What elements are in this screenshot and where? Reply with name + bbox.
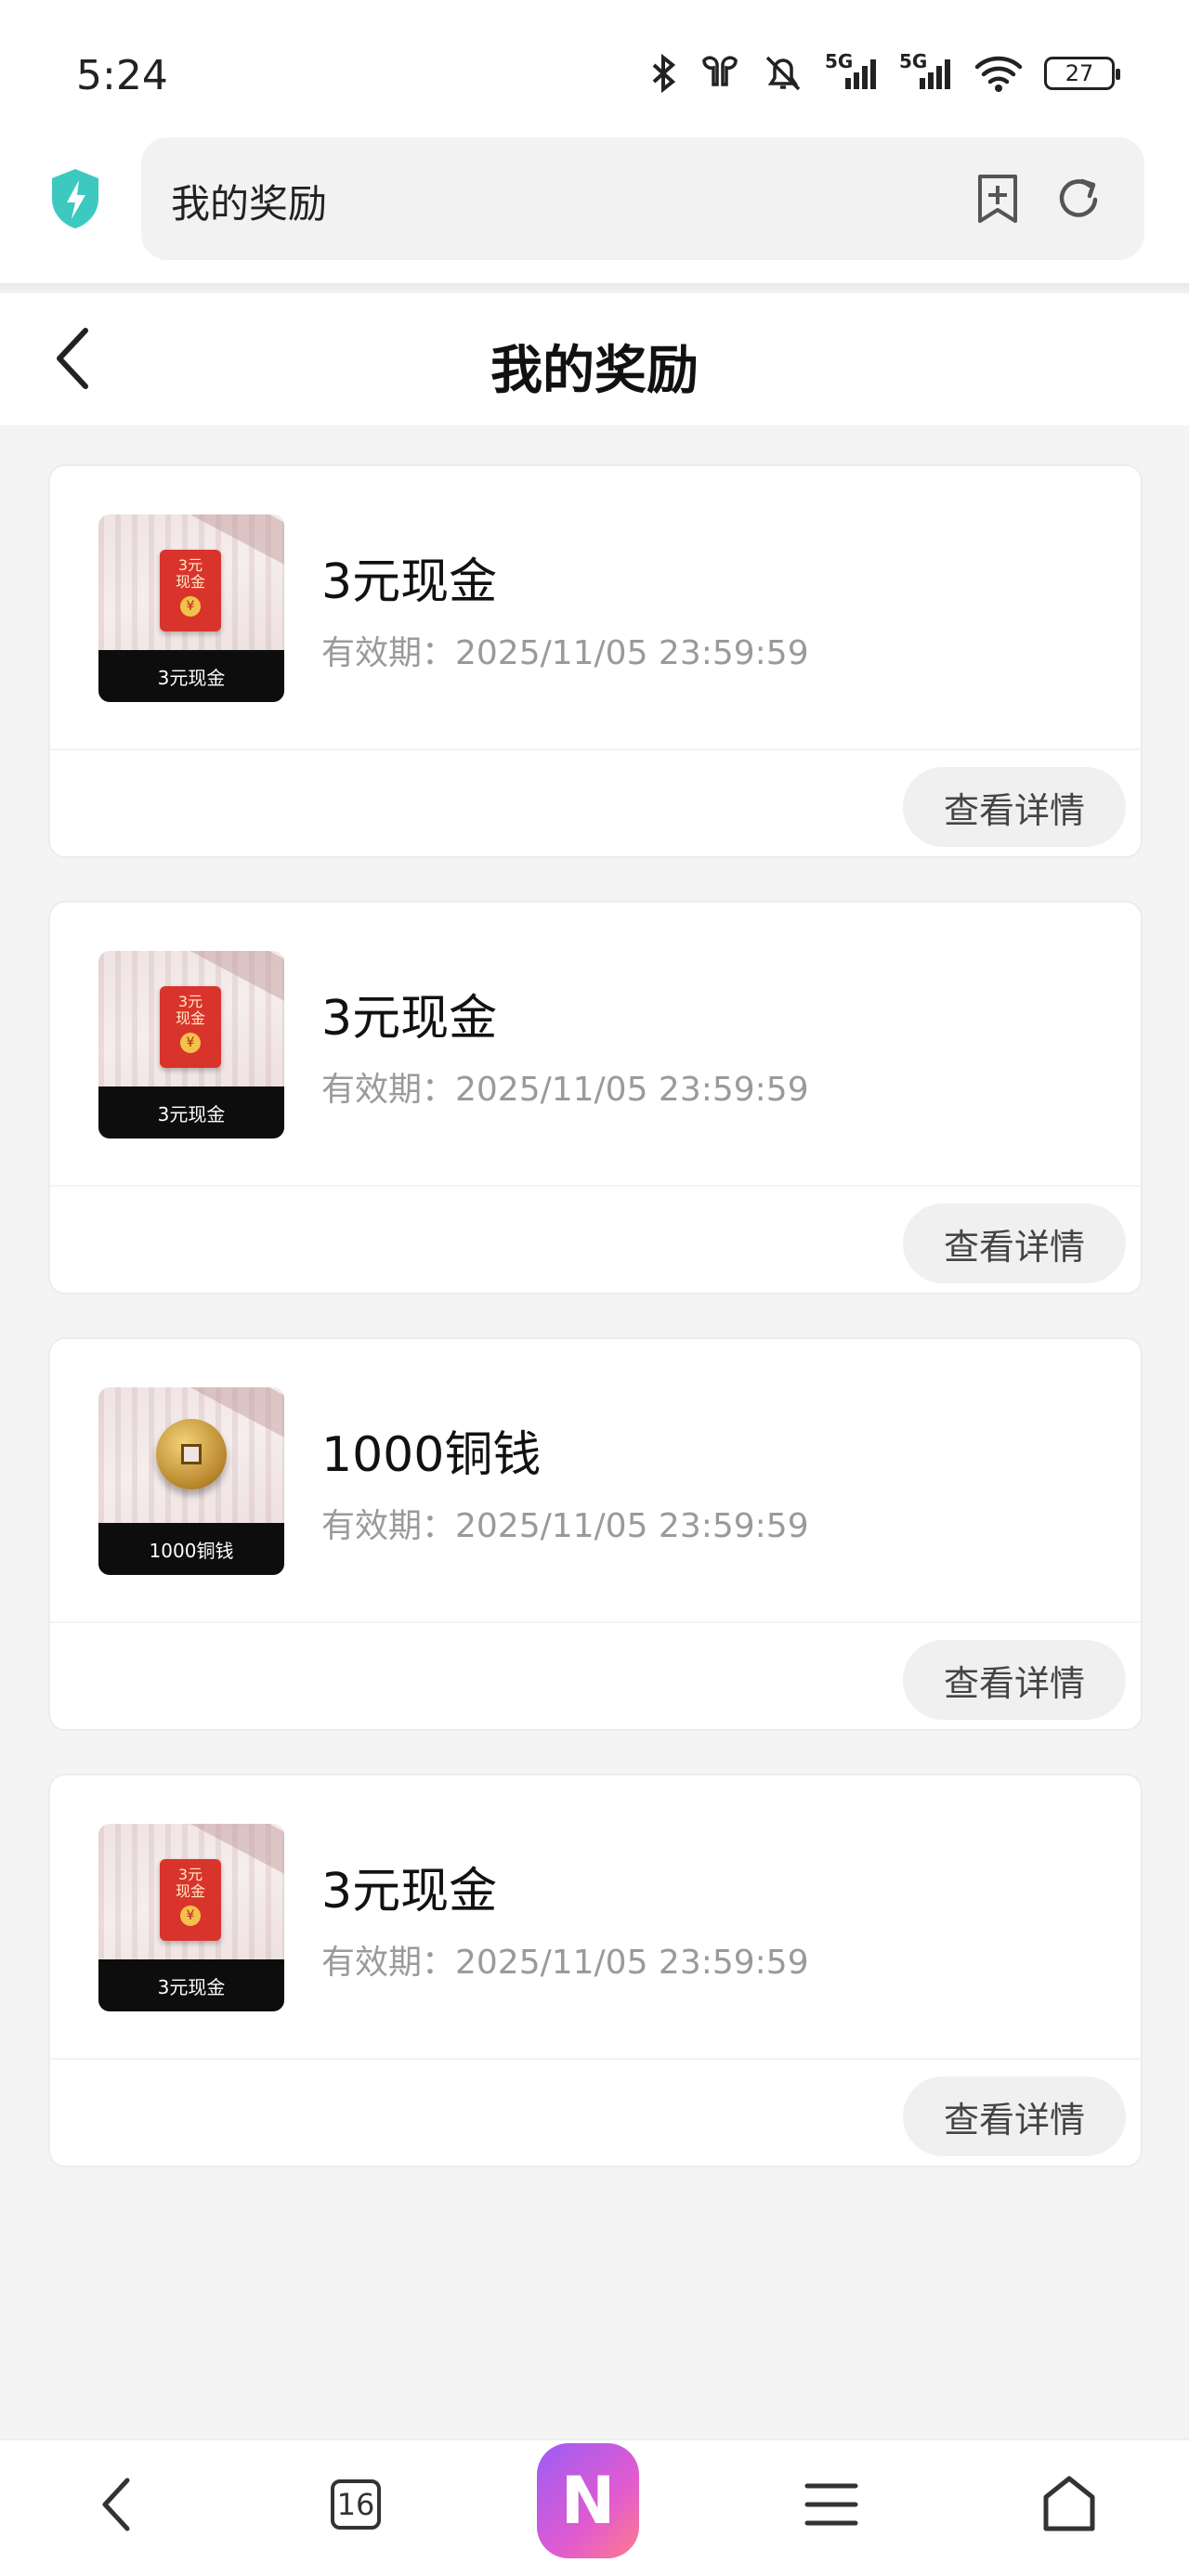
address-bar[interactable]: 我的奖励 (141, 137, 1144, 260)
page-title: 我的奖励 (490, 341, 699, 401)
status-icons: 5G 5G 27 (650, 50, 1120, 93)
address-text[interactable]: 我的奖励 (171, 173, 327, 229)
reward-expiry: 有效期：2025/11/05 23:59:59 (321, 1071, 809, 1109)
reward-name: 3元现金 (321, 1864, 498, 1919)
refresh-icon[interactable] (1052, 171, 1107, 227)
battery-icon: 27 (1044, 57, 1120, 90)
view-details-button[interactable]: 查看详情 (903, 1203, 1126, 1283)
reward-list: 3元 现金 ¥ 3元现金 3元现金 有效期：2025/11/05 23:59:59… (48, 464, 1143, 2210)
copper-coin-icon (156, 1419, 227, 1490)
network-type-label: 5G (825, 50, 854, 72)
view-details-button[interactable]: 查看详情 (903, 1640, 1126, 1720)
status-bar: 5:24 5G 5G 27 (0, 0, 1189, 139)
menu-icon[interactable] (780, 2453, 882, 2556)
signal-icon-2: 5G (899, 50, 953, 91)
signal-icon-1: 5G (825, 50, 879, 91)
thumbnail-caption: 1000铜钱 (98, 1523, 284, 1575)
reward-thumbnail: 1000铜钱 (98, 1387, 284, 1575)
reward-expiry: 有效期：2025/11/05 23:59:59 (321, 1507, 809, 1545)
reward-card[interactable]: 3元 现金 ¥ 3元现金 3元现金 有效期：2025/11/05 23:59:59… (48, 901, 1143, 1295)
tabs-button[interactable]: 16 (305, 2453, 407, 2556)
reward-thumbnail: 3元 现金 ¥ 3元现金 (98, 514, 284, 702)
earbuds-icon (699, 55, 741, 92)
reward-name: 1000铜钱 (321, 1427, 542, 1483)
red-envelope-icon: 3元 现金 ¥ (160, 1859, 221, 1941)
reward-thumbnail: 3元 现金 ¥ 3元现金 (98, 951, 284, 1138)
card-divider (50, 748, 1141, 750)
reward-expiry: 有效期：2025/11/05 23:59:59 (321, 1944, 809, 1982)
add-bookmark-icon[interactable] (970, 171, 1026, 227)
card-divider (50, 1185, 1141, 1187)
bottom-navigation: 16 N (0, 2439, 1189, 2576)
reward-card[interactable]: 1000铜钱 1000铜钱 有效期：2025/11/05 23:59:59 查看… (48, 1337, 1143, 1731)
thumbnail-caption: 3元现金 (98, 1086, 284, 1138)
bluetooth-icon (650, 54, 678, 93)
thumbnail-caption: 3元现金 (98, 650, 284, 702)
tab-count: 16 (331, 2479, 381, 2530)
status-time: 5:24 (76, 52, 168, 99)
reward-name: 3元现金 (321, 554, 498, 610)
view-details-button[interactable]: 查看详情 (903, 767, 1126, 847)
reward-thumbnail: 3元 现金 ¥ 3元现金 (98, 1824, 284, 2011)
security-shield-icon[interactable] (48, 167, 102, 230)
ai-assistant-button[interactable]: N (537, 2443, 639, 2558)
card-divider (50, 1621, 1141, 1623)
view-details-button[interactable]: 查看详情 (903, 2076, 1126, 2156)
red-envelope-icon: 3元 现金 ¥ (160, 986, 221, 1068)
battery-level: 27 (1065, 60, 1094, 86)
browser-address-row: 我的奖励 (0, 130, 1189, 288)
reward-name: 3元现金 (321, 991, 498, 1047)
reward-expiry: 有效期：2025/11/05 23:59:59 (321, 634, 809, 672)
thumbnail-caption: 3元现金 (98, 1959, 284, 2011)
wifi-icon (973, 54, 1024, 93)
ai-logo-icon: N (537, 2443, 639, 2558)
page-header: 我的奖励 (0, 293, 1189, 425)
home-icon[interactable] (1018, 2453, 1120, 2556)
card-divider (50, 2058, 1141, 2060)
network-type-label: 5G (899, 50, 928, 72)
reward-card[interactable]: 3元 现金 ¥ 3元现金 3元现金 有效期：2025/11/05 23:59:59… (48, 1774, 1143, 2167)
nav-back-icon[interactable] (65, 2453, 167, 2556)
red-envelope-icon: 3元 现金 ¥ (160, 550, 221, 631)
reward-card[interactable]: 3元 现金 ¥ 3元现金 3元现金 有效期：2025/11/05 23:59:59… (48, 464, 1143, 858)
mute-bell-icon (762, 54, 804, 93)
